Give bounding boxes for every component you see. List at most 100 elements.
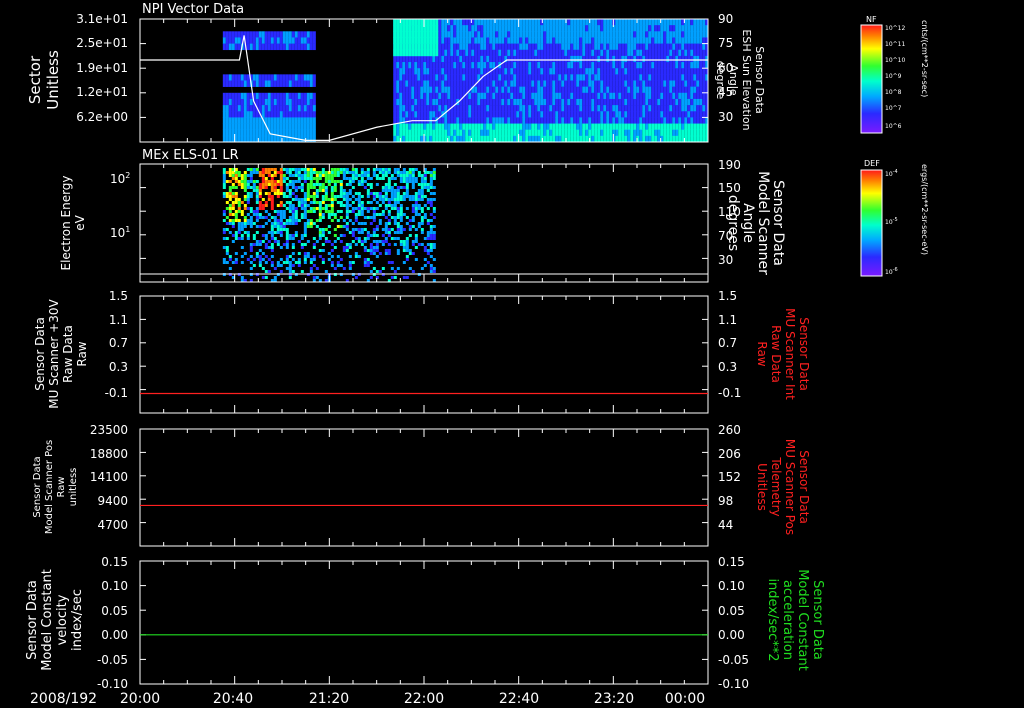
panel4-ytick-left: 14100 [90, 470, 128, 484]
heatmap-cell [243, 219, 247, 222]
heatmap-cell [333, 180, 337, 183]
heatmap-cell [561, 105, 565, 112]
heatmap-cell [651, 117, 655, 124]
heatmap-cell [630, 25, 634, 32]
heatmap-cell [234, 237, 238, 240]
heatmap-cell [228, 255, 232, 258]
panel1-ylabel-left: Sector Unitless [26, 50, 62, 110]
heatmap-cell [498, 105, 502, 112]
heatmap-cell [396, 31, 400, 38]
heatmap-cell [225, 195, 229, 198]
heatmap-cell [468, 135, 472, 143]
heatmap-cell [489, 43, 493, 51]
heatmap-cell [318, 186, 322, 189]
heatmap-cell [429, 49, 433, 57]
heatmap-cell [414, 80, 418, 87]
heatmap-cell [597, 86, 601, 94]
heatmap-cell [621, 31, 625, 38]
heatmap-cell [234, 258, 238, 261]
heatmap-cell [363, 246, 367, 249]
heatmap-cell [366, 261, 370, 264]
heatmap-cell [633, 19, 637, 26]
heatmap-cell [327, 198, 331, 201]
heatmap-cell [579, 55, 583, 63]
heatmap-cell [291, 37, 295, 44]
heatmap-cell [591, 19, 595, 26]
heatmap-cell [432, 246, 436, 249]
heatmap-cell [573, 74, 577, 81]
heatmap-cell [321, 195, 325, 198]
heatmap-cell [303, 204, 307, 207]
heatmap-cell [624, 129, 628, 137]
heatmap-cell [696, 92, 700, 100]
heatmap-cell [534, 111, 538, 118]
heatmap-cell [435, 111, 439, 118]
heatmap-cell [246, 207, 250, 210]
heatmap-cell [402, 80, 406, 87]
heatmap-cell [405, 135, 409, 143]
heatmap-cell [324, 207, 328, 210]
heatmap-cell [576, 55, 580, 63]
heatmap-cell [297, 117, 301, 124]
heatmap-cell [570, 62, 574, 69]
heatmap-cell [378, 171, 382, 174]
svg-text:Raw: Raw [56, 476, 67, 497]
heatmap-cell [510, 86, 514, 94]
heatmap-cell [408, 49, 412, 57]
heatmap-cell [228, 111, 232, 118]
heatmap-cell [549, 129, 553, 137]
panel3-ytick-left: -0.1 [105, 386, 128, 400]
heatmap-cell [246, 183, 250, 186]
heatmap-cell [360, 207, 364, 210]
heatmap-cell [297, 31, 301, 38]
heatmap-cell [561, 123, 565, 130]
heatmap-cell [672, 74, 676, 81]
heatmap-cell [558, 123, 562, 130]
heatmap-cell [309, 171, 313, 174]
heatmap-cell [429, 129, 433, 137]
panel3-ytick-right: -0.1 [718, 386, 741, 400]
heatmap-cell [369, 201, 373, 204]
heatmap-cell [321, 189, 325, 192]
heatmap-cell [546, 19, 550, 26]
heatmap-cell [585, 43, 589, 51]
heatmap-cell [246, 105, 250, 112]
heatmap-cell [291, 174, 295, 177]
heatmap-cell [609, 111, 613, 118]
heatmap-cell [522, 31, 526, 38]
heatmap-cell [303, 192, 307, 195]
heatmap-cell [690, 31, 694, 38]
heatmap-cell [279, 168, 283, 171]
heatmap-cell [366, 192, 370, 195]
panel-mu-scanner-raw: 1.5 1.1 0.7 0.3 -0.1 1.5 1.1 0.7 0.3 -0.… [33, 289, 811, 414]
heatmap-cell [303, 105, 307, 112]
heatmap-cell [288, 174, 292, 177]
heatmap-cell [585, 117, 589, 124]
heatmap-cell [657, 80, 661, 87]
heatmap-cell [690, 43, 694, 51]
heatmap-cell [699, 68, 703, 75]
heatmap-cell [276, 210, 280, 213]
heatmap-cell [639, 19, 643, 26]
heatmap-cell [237, 43, 241, 51]
heatmap-cell [696, 129, 700, 137]
heatmap-cell [678, 49, 682, 57]
heatmap-cell [537, 98, 541, 106]
heatmap-cell [348, 243, 352, 246]
heatmap-cell [312, 105, 316, 112]
heatmap-cell [255, 31, 259, 38]
heatmap-cell [384, 207, 388, 210]
heatmap-cell [264, 186, 268, 189]
panel4-ytick-right: 44 [718, 518, 733, 532]
heatmap-cell [522, 98, 526, 106]
heatmap-cell [291, 183, 295, 186]
heatmap-cell [624, 92, 628, 100]
heatmap-cell [546, 117, 550, 124]
heatmap-cell [627, 31, 631, 38]
heatmap-cell [282, 174, 286, 177]
heatmap-cell [633, 111, 637, 118]
heatmap-cell [651, 25, 655, 32]
heatmap-cell [234, 213, 238, 216]
heatmap-cell [270, 186, 274, 189]
heatmap-cell [438, 49, 442, 57]
